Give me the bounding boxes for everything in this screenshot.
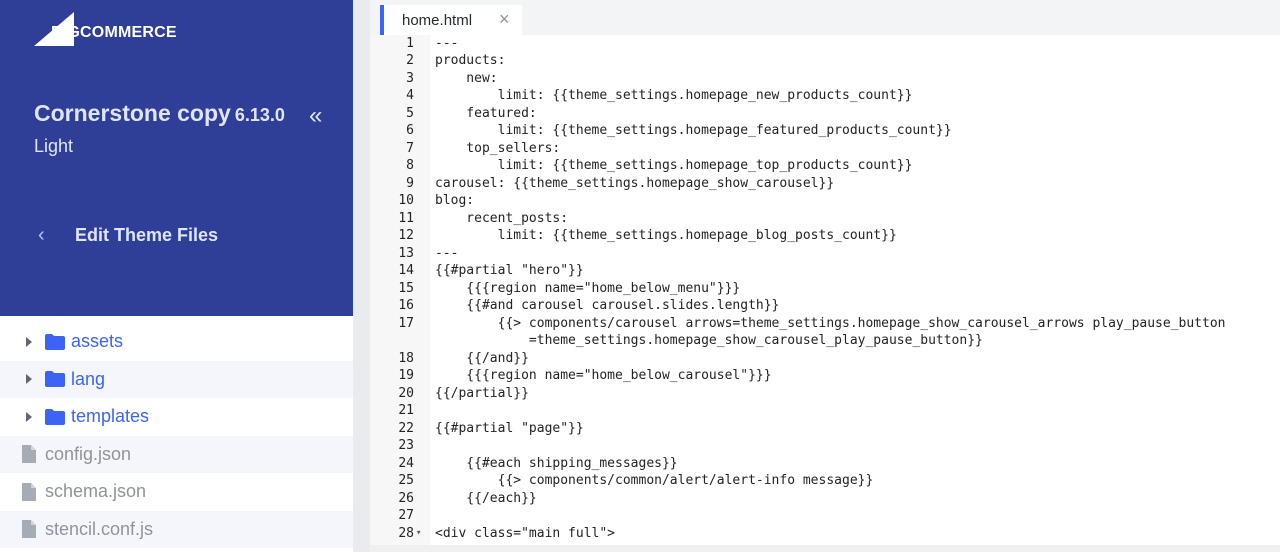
caret-right-icon[interactable] [26, 411, 32, 422]
line-number: 2 [406, 53, 414, 68]
double-chevron-left-icon: « [309, 102, 323, 129]
line-number: 24 [398, 455, 414, 471]
line-number: 12 [398, 228, 414, 243]
line-number: 9 [406, 175, 414, 191]
line-number: 13 [398, 245, 414, 261]
folder-icon [45, 333, 65, 350]
code-text: =theme_settings.homepage_show_carousel_p… [435, 333, 983, 348]
code-text: recent_posts: [435, 210, 569, 226]
code-text: {{{region name="home_below_menu"}}} [435, 280, 741, 296]
tree-item-folder[interactable]: lang [0, 360, 353, 398]
close-icon[interactable]: × [499, 9, 510, 30]
file-icon [22, 482, 36, 501]
line-number: 25 [398, 473, 414, 488]
code-text: products: [435, 53, 506, 68]
edit-theme-files-back-link[interactable]: ‹ Edit Theme Files [38, 224, 218, 247]
line-number: 19 [398, 368, 414, 383]
theme-version: 6.13.0 [234, 105, 285, 125]
code-text: {{/each}} [435, 490, 537, 506]
code-text: {{/and}} [435, 350, 529, 366]
folder-icon [45, 371, 65, 388]
caret-right-icon[interactable] [26, 374, 32, 385]
tab-home-html[interactable]: home.html × [380, 5, 522, 35]
line-number: 22 [398, 420, 414, 436]
line-number: 6 [406, 123, 414, 138]
folder-icon [45, 408, 65, 425]
code-text: {{#partial "page"}} [435, 420, 584, 436]
code-text: {{#and carousel carousel.slides.length}} [435, 298, 780, 313]
bigcommerce-logo: BIGCOMMERCE [34, 12, 177, 46]
theme-name: Cornerstone copy 6.13.0 [34, 100, 285, 127]
code-text: {{{region name="home_below_carousel"}}} [435, 368, 772, 383]
line-number: 18 [398, 350, 414, 366]
horizontal-scrollbar[interactable] [370, 545, 1280, 552]
code-text: blog: [435, 193, 475, 208]
line-number: 10 [398, 193, 414, 208]
code-text: top_sellers: [435, 140, 561, 156]
tree-item-file[interactable]: config.json [0, 435, 353, 473]
panel-divider[interactable] [353, 0, 370, 552]
code-text: --- [435, 35, 459, 51]
tree-item-label: lang [71, 368, 106, 389]
edit-theme-files-label: Edit Theme Files [75, 225, 219, 245]
code-editor[interactable]: 1 --- 2 products: 3 new: 4 limit: {{theme_set… [370, 35, 1280, 552]
code-text: limit: {{theme_settings.homepage_new_pro… [435, 88, 913, 103]
tree-item-label: schema.json [45, 481, 147, 502]
code-text: featured: [435, 105, 537, 121]
tree-item-folder[interactable]: templates [0, 398, 353, 436]
code-text: carousel: {{theme_settings.homepage_show… [435, 175, 835, 191]
fold-toggle-icon[interactable]: ▾ [416, 525, 421, 543]
line-number: 28 [398, 525, 414, 541]
line-number: 21 [398, 403, 414, 418]
tree-item-label: templates [71, 406, 150, 427]
line-number: 23 [398, 438, 414, 453]
file-icon [22, 520, 36, 539]
code-text: {{#each shipping_messages}} [435, 455, 678, 471]
code-text: {{> components/carousel arrows=theme_set… [435, 315, 1226, 331]
tree-item-folder[interactable]: assets [0, 323, 353, 361]
file-icon [22, 445, 36, 464]
line-number: 11 [398, 210, 414, 226]
line-number: 3 [406, 70, 414, 86]
code-text: <div class="main full"> [435, 525, 616, 541]
theme-name-label: Cornerstone copy [34, 100, 231, 126]
line-number: 20 [398, 385, 414, 401]
line-number: 7 [406, 140, 414, 156]
sidebar-header: BIGCOMMERCE Cornerstone copy 6.13.0 Light… [0, 0, 353, 316]
line-number: 8 [406, 158, 414, 173]
logo-text: BIGCOMMERCE [51, 24, 177, 41]
editor-tab-bar: home.html × [370, 0, 1280, 36]
tab-label: home.html [402, 11, 473, 29]
code-text: --- [435, 245, 459, 261]
tree-item-file[interactable]: stencil.conf.js [0, 510, 353, 548]
line-number: 26 [398, 490, 414, 506]
code-text: limit: {{theme_settings.homepage_blog_po… [435, 228, 897, 243]
theme-variant: Light [34, 136, 74, 156]
line-number: 14 [398, 263, 414, 278]
tree-item-label: stencil.conf.js [45, 518, 154, 539]
line-number: 17 [398, 315, 414, 331]
collapse-sidebar-button[interactable]: « [309, 104, 322, 128]
tree-item-label: config.json [45, 443, 132, 464]
code-text: {{> components/common/alert/alert-info m… [435, 473, 874, 488]
file-tree: assets lang templates config.json schema.jso… [0, 323, 353, 548]
line-number: 27 [398, 508, 414, 523]
line-number: 4 [406, 88, 414, 103]
code-text: {{/partial}} [435, 385, 529, 401]
code-text: {{#partial "hero"}} [435, 263, 584, 278]
line-number: 1 [406, 35, 414, 51]
chevron-left-icon: ‹ [38, 224, 45, 246]
code-text: limit: {{theme_settings.homepage_top_pro… [435, 158, 913, 173]
line-number: 5 [406, 105, 414, 121]
code-text: new: [435, 70, 498, 86]
tree-item-label: assets [71, 331, 124, 352]
line-number: 16 [398, 298, 414, 313]
code-text: limit: {{theme_settings.homepage_feature… [435, 123, 952, 138]
sidebar: BIGCOMMERCE Cornerstone copy 6.13.0 Light… [0, 0, 353, 552]
tree-item-file[interactable]: schema.json [0, 473, 353, 511]
line-number: 15 [398, 280, 414, 296]
caret-right-icon[interactable] [26, 336, 32, 347]
